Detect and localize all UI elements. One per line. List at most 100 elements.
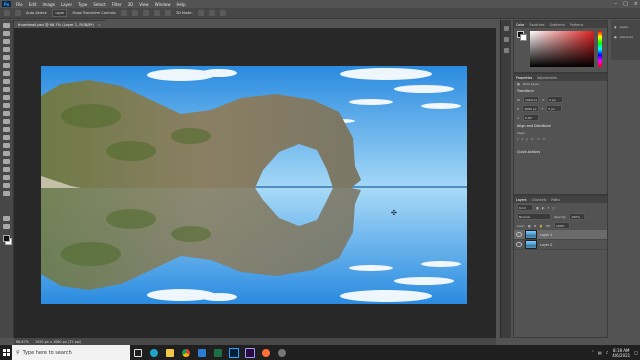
transform-section-title[interactable]: Transform [514,87,607,95]
volume-icon[interactable]: ♪ [606,350,609,355]
layer-row-layer-0[interactable]: Layer 0 [514,240,607,250]
align-horizontal-centers-icon[interactable]: ▯ [522,137,524,141]
hand-tool-icon[interactable] [3,175,10,180]
align-section-title[interactable]: Align and Distribute [514,122,607,130]
file-explorer-icon[interactable] [162,345,178,360]
libraries-label[interactable]: Libraries [620,35,633,39]
move-tool-icon[interactable] [15,10,21,16]
3d-rotate-icon[interactable] [197,10,204,16]
tab-adjustments[interactable]: Adjustments [537,76,557,80]
eraser-tool-icon[interactable] [3,111,10,116]
chrome-icon[interactable] [178,345,194,360]
taskbar-clock[interactable]: 8:18 AM 4/6/2021 [612,348,630,358]
menu-layer[interactable]: Layer [58,2,75,7]
auto-select-dropdown[interactable]: Layer [52,9,68,17]
align-left-edges-icon[interactable]: ▯ [517,137,519,141]
filter-type-icon[interactable]: T [547,206,549,210]
menu-select[interactable]: Select [90,2,108,7]
history-icon[interactable] [503,26,509,31]
premiere-icon[interactable] [242,345,258,360]
menu-3d[interactable]: 3D [125,2,137,7]
height-field[interactable]: 1080 px [522,105,539,112]
character-icon[interactable] [503,37,509,42]
align-left-icon[interactable] [120,10,127,16]
document-canvas-image[interactable] [41,66,467,304]
filter-pixel-icon[interactable]: ▩ [536,206,539,210]
menu-view[interactable]: View [136,2,152,7]
menu-help[interactable]: Help [173,2,188,7]
dodge-tool-icon[interactable] [3,135,10,140]
menu-edit[interactable]: Edit [26,2,40,7]
3d-pan-icon[interactable] [219,10,226,16]
task-view-icon[interactable] [130,345,146,360]
eyedropper-tool-icon[interactable] [3,71,10,76]
history-brush-tool-icon[interactable] [3,103,10,108]
align-right-edges-icon[interactable]: ▯ [526,137,528,141]
type-tool-icon[interactable] [3,151,10,156]
layer-filter-dropdown[interactable]: Kind [517,204,533,211]
align-bottom-edges-icon[interactable]: ▭ [543,137,546,141]
align-center-icon[interactable] [131,10,138,16]
background-color-chip[interactable] [520,34,527,41]
minimize-icon[interactable]: – [615,1,618,7]
brush-tool-icon[interactable] [3,87,10,92]
hue-slider[interactable] [598,31,602,67]
frame-tool-icon[interactable] [3,63,10,68]
tab-paths[interactable]: Paths [551,198,560,202]
paragraph-icon[interactable] [503,48,509,53]
notification-icon[interactable]: □ [634,350,638,355]
align-right-icon[interactable] [142,10,149,16]
photoshop-icon[interactable] [226,345,242,360]
layer-row-layer-1[interactable]: Layer 1 [514,230,607,240]
zoom-level[interactable]: 66.67% [16,340,29,344]
firefox-icon[interactable] [258,345,274,360]
close-icon[interactable]: × [634,1,638,7]
3d-roll-icon[interactable] [208,10,215,16]
color-field[interactable] [530,31,594,67]
screen-mode-icon[interactable] [3,224,10,229]
align-top-edges-icon[interactable]: ▭ [531,137,534,141]
angle-field[interactable]: 0.00° [522,114,539,121]
windows-start-icon[interactable] [0,345,12,360]
visibility-eye-icon[interactable] [516,232,522,237]
rectangle-tool-icon[interactable] [3,167,10,172]
edge-icon[interactable] [146,345,162,360]
show-transform-controls-checkbox[interactable]: Show Transform Controls [72,11,116,15]
lock-position-icon[interactable]: ✥ [534,224,537,228]
maximize-icon[interactable]: □ [623,1,628,7]
clone-stamp-tool-icon[interactable] [3,95,10,100]
settings-icon[interactable] [274,345,290,360]
filter-shape-icon[interactable]: □ [552,206,555,210]
mail-icon[interactable] [194,345,210,360]
layer-name[interactable]: Layer 0 [540,243,552,247]
tab-layers[interactable]: Layers [516,198,527,202]
foreground-color-swatch[interactable] [3,235,10,242]
align-vertical-centers-icon[interactable]: ▭ [537,137,540,141]
auto-select-checkbox-label[interactable]: Auto-Select: [26,11,47,15]
network-icon[interactable]: ▤ [598,350,602,355]
tab-gradients[interactable]: Gradients [550,23,566,27]
tab-patterns[interactable]: Patterns [570,23,583,27]
zoom-tool-icon[interactable] [3,183,10,188]
learn-icon[interactable]: ◉ [614,25,617,29]
x-field[interactable]: 0 px [547,96,564,103]
pen-tool-icon[interactable] [3,143,10,148]
learn-label[interactable]: Learn [620,25,628,29]
visibility-eye-icon[interactable] [516,242,522,247]
menu-image[interactable]: Image [39,2,58,7]
fill-field[interactable]: 100% [554,222,570,229]
lock-pixels-icon[interactable]: ▩ [528,224,531,228]
taskbar-search-box[interactable]: ⚲ Type here to search [12,345,130,360]
tab-channels[interactable]: Channels [532,198,547,202]
menu-type[interactable]: Type [75,2,90,7]
layer-name[interactable]: Layer 1 [540,233,552,237]
libraries-icon[interactable]: ▣ [614,35,617,39]
lasso-tool-icon[interactable] [3,39,10,44]
filter-adjustment-icon[interactable]: ◐ [542,206,545,210]
crop-tool-icon[interactable] [3,55,10,60]
gradient-tool-icon[interactable] [3,119,10,124]
quick-mask-icon[interactable] [3,216,10,221]
home-icon[interactable] [4,10,10,16]
marquee-tool-icon[interactable] [3,31,10,36]
move-tool-icon[interactable] [3,23,10,28]
